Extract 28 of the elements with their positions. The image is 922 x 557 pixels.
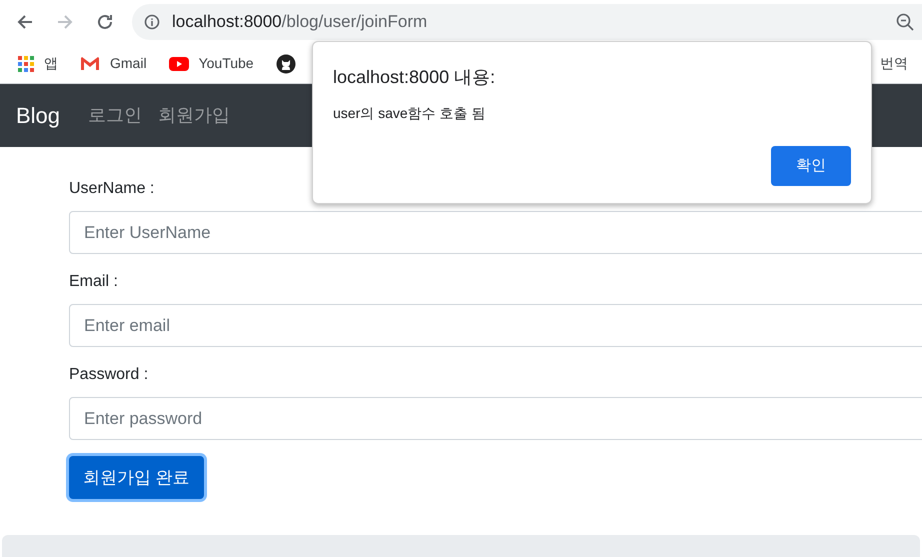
info-icon xyxy=(144,14,160,30)
field-label: UserName : xyxy=(69,179,156,199)
address-bar[interactable]: localhost:8000/blog/user/joinForm xyxy=(132,4,922,40)
cat-logo-icon xyxy=(276,54,296,74)
bookmark[interactable]: Gmail xyxy=(80,53,147,74)
submit-button[interactable]: 회원가입 완료 xyxy=(69,456,204,499)
brand-link[interactable]: Blog xyxy=(16,99,60,132)
mail-icon xyxy=(80,56,100,71)
nav-link[interactable]: 회원가입 xyxy=(158,102,230,129)
url-text: localhost:8000/blog/user/joinForm xyxy=(172,11,428,34)
dialog-message: user의 save함수 호출 됨 xyxy=(333,104,486,123)
apps-grid-icon xyxy=(18,56,34,72)
bookmark[interactable]: 번역 xyxy=(880,53,908,74)
play-icon xyxy=(168,56,189,70)
bookmark[interactable]: YouTube xyxy=(168,53,254,74)
bookmark[interactable] xyxy=(276,54,296,74)
ok-button[interactable]: 확인 xyxy=(771,146,851,186)
zoom-out-icon[interactable] xyxy=(896,13,914,31)
input-field[interactable]: Enter password xyxy=(69,397,922,440)
bookmark[interactable]: 앱 xyxy=(18,53,58,74)
input-field[interactable]: Enter UserName xyxy=(69,211,922,254)
dialog-title: localhost:8000 내용: xyxy=(333,66,496,89)
field-label: Password : xyxy=(69,365,150,385)
back-arrow-icon[interactable] xyxy=(16,13,34,31)
field-label: Email : xyxy=(69,272,119,292)
input-field[interactable]: Enter email xyxy=(69,304,922,347)
reload-icon[interactable] xyxy=(96,13,114,31)
nav-link[interactable]: 로그인 xyxy=(88,102,142,129)
